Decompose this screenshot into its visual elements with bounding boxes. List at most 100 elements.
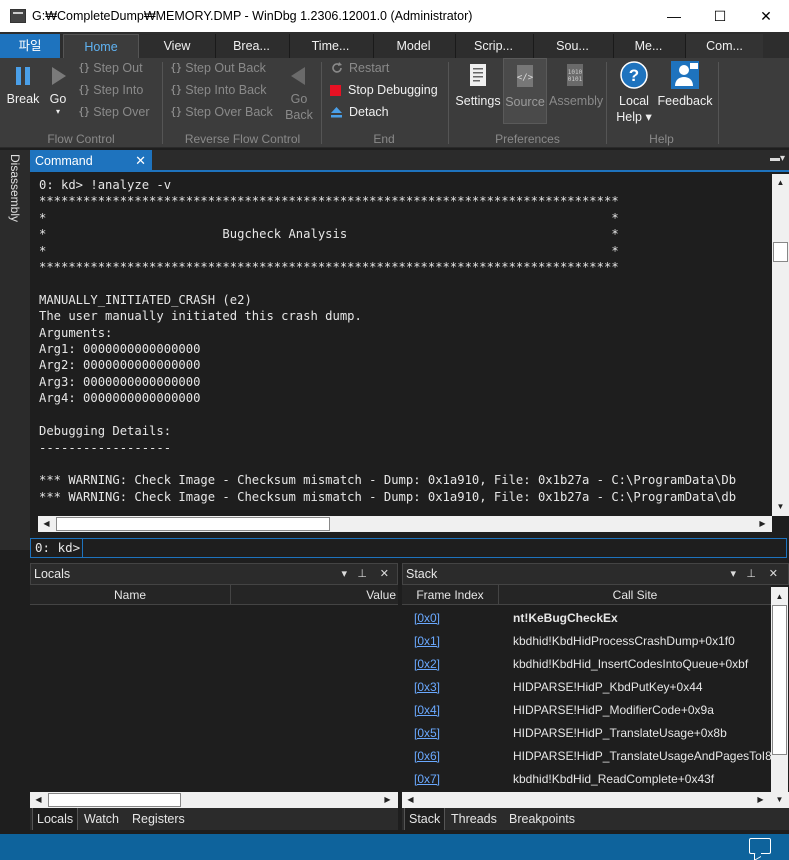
minimize-button[interactable]: — [651,0,697,32]
tab-memory[interactable]: Me... [613,34,683,58]
assembly-button[interactable]: 1010 0101 Assembly [549,62,603,109]
tab-source[interactable]: Sou... [533,34,611,58]
locals-bottom-tabs: Locals Watch Registers [30,808,398,830]
tab-disassembly[interactable]: Disassembly [8,154,22,222]
tab-breakpoints[interactable]: Brea... [215,34,287,58]
stack-frame-row[interactable]: [0x0] nt!KeBugCheckEx [402,607,771,630]
scroll-down-icon[interactable]: ▼ [772,792,787,807]
maximize-button[interactable]: ☐ [697,0,743,32]
close-button[interactable]: ✕ [743,0,789,32]
frame-index-link[interactable]: [0x0] [414,607,440,630]
scrollbar-thumb[interactable] [48,793,181,807]
tab-threads[interactable]: Threads [447,808,501,830]
call-site: kbdhid!KbdHidProcessCrashDump+0x1f0 [513,634,735,648]
stop-debugging-label: Stop Debugging [348,83,438,97]
step-out-button[interactable]: {} Step Out [78,58,143,78]
pin-icon[interactable]: ⊥ [357,564,367,584]
go-back-label-2: Back [285,108,313,122]
frame-index-link[interactable]: [0x7] [414,768,440,791]
pane-dropdown-icon[interactable]: ▾ [730,564,736,584]
stack-frame-row[interactable]: [0x7] kbdhid!KbdHid_ReadComplete+0x43f [402,768,771,791]
step-into-button[interactable]: {} Step Into [78,80,143,100]
scroll-up-icon[interactable]: ▲ [773,175,788,190]
column-name[interactable]: Name [30,585,231,605]
scroll-up-icon[interactable]: ▲ [772,589,787,604]
command-output-text: 0: kd> !analyze -v *********************… [39,178,737,504]
stack-horizontal-scrollbar[interactable]: ◀ ▶ ▼ [402,792,789,808]
locals-horizontal-scrollbar[interactable]: ◀ ▶ [30,792,398,808]
source-button[interactable]: </> Source [503,58,547,124]
stop-debugging-button[interactable]: Stop Debugging [330,80,438,100]
command-output[interactable]: 0: kd> !analyze -v *********************… [30,174,772,516]
stack-frame-row[interactable]: [0x6] HIDPARSE!HidP_TranslateUsageAndPage… [402,745,771,768]
stack-pane: Stack ▾ ⊥ ✕ Frame Index Call Site [0x0] n… [402,563,789,834]
go-button[interactable]: Go ▾ [44,64,72,117]
tab-view[interactable]: View [141,34,213,58]
pane-dropdown-icon[interactable]: ▾ [341,564,347,584]
command-tab-label: Command [35,154,93,168]
column-frame-index[interactable]: Frame Index [402,585,499,605]
window-menu-icon[interactable]: ▬▾ [770,153,785,164]
frame-index-link[interactable]: [0x4] [414,699,440,722]
scroll-left-icon[interactable]: ◀ [403,792,418,807]
step-out-label: Step Out [93,61,143,75]
frame-index-link[interactable]: [0x2] [414,653,440,676]
frame-index-link[interactable]: [0x6] [414,745,440,768]
tab-scripting[interactable]: Scrip... [455,34,531,58]
call-site: nt!KeBugCheckEx [513,611,618,625]
go-back-button[interactable]: Go Back [283,64,315,123]
stack-frame-row[interactable]: [0x3] HIDPARSE!HidP_KbdPutKey+0x44 [402,676,771,699]
settings-button[interactable]: Settings [455,62,501,109]
restart-button[interactable]: Restart [330,58,389,78]
tab-command-window[interactable]: Command ✕ [30,150,152,172]
tab-registers[interactable]: Registers [128,808,189,830]
stack-frame-row[interactable]: [0x5] HIDPARSE!HidP_TranslateUsage+0x8b [402,722,771,745]
scroll-right-icon[interactable]: ▶ [380,792,395,807]
step-over-button[interactable]: {} Step Over [78,102,150,122]
close-icon[interactable]: ✕ [135,150,146,172]
command-input[interactable]: 0: kd> [30,538,787,558]
stack-vertical-scrollbar[interactable]: ▲ [771,587,788,792]
scroll-right-icon[interactable]: ▶ [753,792,768,807]
step-into-back-button[interactable]: {} Step Into Back [170,80,267,100]
detach-button[interactable]: Detach [330,102,389,122]
scroll-left-icon[interactable]: ◀ [39,516,54,531]
tab-stack[interactable]: Stack [404,808,446,830]
chat-icon[interactable] [749,838,771,854]
command-vertical-scrollbar[interactable]: ▲ ▼ [772,174,789,516]
close-icon[interactable]: ✕ [380,564,389,584]
tab-command[interactable]: Com... [685,34,763,58]
frame-index-link[interactable]: [0x3] [414,676,440,699]
stack-frame-row[interactable]: [0x1] kbdhid!KbdHidProcessCrashDump+0x1f0 [402,630,771,653]
tab-model[interactable]: Model [373,34,453,58]
stack-frame-row[interactable]: [0x2] kbdhid!KbdHid_InsertCodesIntoQueue+… [402,653,771,676]
pin-icon[interactable]: ⊥ [746,564,756,584]
column-call-site[interactable]: Call Site [499,585,771,605]
frame-index-link[interactable]: [0x1] [414,630,440,653]
tab-time-travel[interactable]: Time... [289,34,371,58]
local-help-button[interactable]: ? Local Help ▾ [614,60,654,125]
call-site: HIDPARSE!HidP_TranslateUsageAndPagesToI8… [513,749,771,763]
go-dropdown-icon[interactable]: ▾ [44,107,72,117]
break-button[interactable]: Break [4,64,42,107]
scrollbar-thumb[interactable] [56,517,330,531]
tab-locals[interactable]: Locals [32,808,79,830]
scrollbar-thumb[interactable] [773,242,788,262]
frame-index-link[interactable]: [0x5] [414,722,440,745]
tab-file[interactable]: 파일 [0,34,60,58]
step-out-back-button[interactable]: {} Step Out Back [170,58,266,78]
tab-breakpoints[interactable]: Breakpoints [505,808,579,830]
stack-frame-row[interactable]: [0x4] HIDPARSE!HidP_ModifierCode+0x9a [402,699,771,722]
scroll-right-icon[interactable]: ▶ [755,516,770,531]
step-over-back-button[interactable]: {} Step Over Back [170,102,273,122]
column-value[interactable]: Value [231,585,398,605]
feedback-button[interactable]: Feedback [657,60,713,109]
command-horizontal-scrollbar[interactable]: ◀ ▶ [38,516,772,532]
tab-watch[interactable]: Watch [80,808,123,830]
scroll-left-icon[interactable]: ◀ [31,792,46,807]
tab-home[interactable]: Home [63,34,139,58]
step-over-back-icon: {} [170,105,182,118]
close-icon[interactable]: ✕ [769,564,778,584]
scroll-down-icon[interactable]: ▼ [773,499,788,514]
scrollbar-thumb[interactable] [772,605,787,755]
